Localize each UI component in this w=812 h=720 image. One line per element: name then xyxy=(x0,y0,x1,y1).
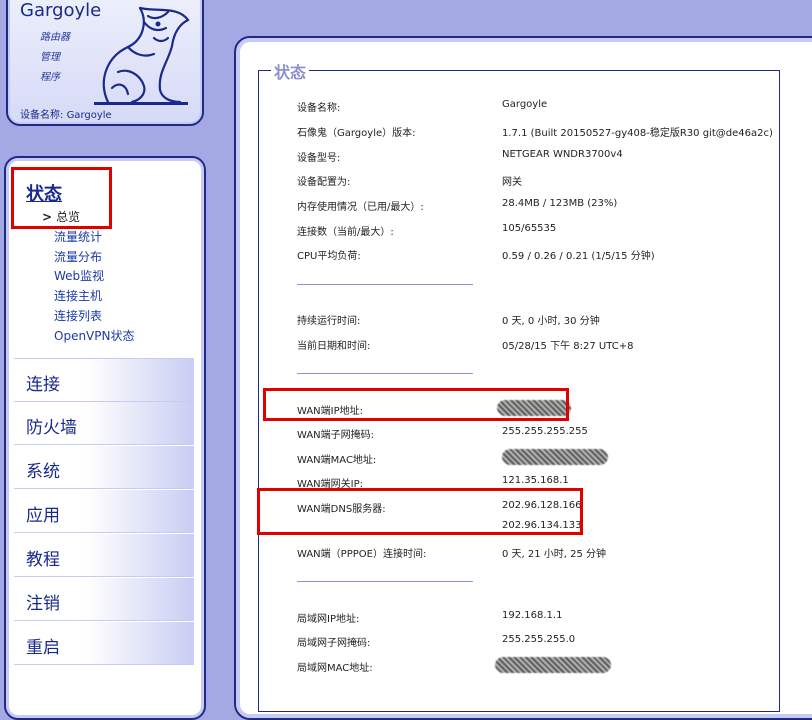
value-version: 1.7.1 (Built 20150527-gy408-稳定版R30 git@d… xyxy=(502,128,773,139)
highlight-box-wan-ip xyxy=(263,388,569,421)
nav-section-tutorial[interactable]: 教程 xyxy=(14,534,194,577)
nav-section-reboot[interactable]: 重启 xyxy=(14,622,194,665)
logo-sub-2: 管理 xyxy=(40,52,60,63)
nav-section-connection[interactable]: 连接 xyxy=(14,358,194,402)
nav-section-apps[interactable]: 应用 xyxy=(14,490,194,533)
nav-section-firewall[interactable]: 防火墙 xyxy=(14,402,194,445)
nav-section-logout[interactable]: 注销 xyxy=(14,578,194,621)
separator xyxy=(297,284,473,285)
highlight-box-nav xyxy=(11,167,112,229)
value-device-name: Gargoyle xyxy=(502,99,548,110)
nav-item-connected-hosts[interactable]: 连接主机 xyxy=(54,287,102,304)
highlight-box-wan-dns xyxy=(257,488,583,535)
nav-item-traffic-stats[interactable]: 流量统计 xyxy=(54,228,102,245)
nav-section-label: 注销 xyxy=(26,594,60,614)
value-wan-gateway: 121.35.168.1 xyxy=(502,475,569,486)
label-uptime: 持续运行时间: xyxy=(297,316,361,327)
label-config: 设备配置为: xyxy=(297,177,351,188)
nav-section-system[interactable]: 系统 xyxy=(14,446,194,489)
value-model: NETGEAR WNDR3700v4 xyxy=(502,149,623,160)
nav-item-connection-list[interactable]: 连接列表 xyxy=(54,307,102,324)
label-lan-ip: 局域网IP地址: xyxy=(297,614,360,625)
nav-section-label: 系统 xyxy=(26,462,60,482)
nav-section-label: 重启 xyxy=(26,638,60,658)
nav-section-label: 防火墙 xyxy=(26,418,77,438)
value-memory: 28.4MB / 123MB (23%) xyxy=(502,198,618,209)
nav-section-label: 应用 xyxy=(26,506,60,526)
value-datetime: 05/28/15 下午 8:27 UTC+8 xyxy=(502,341,634,352)
separator xyxy=(297,581,473,582)
device-name-value: Gargoyle xyxy=(66,110,112,121)
value-lan-ip: 192.168.1.1 xyxy=(502,610,563,621)
device-name-label: 设备名称: xyxy=(20,110,64,121)
label-lan-netmask: 局域网子网掩码: xyxy=(297,638,371,649)
nav-item-traffic-dist[interactable]: 流量分布 xyxy=(54,248,102,265)
label-device-name: 设备名称: xyxy=(297,103,341,114)
value-uptime: 0 天, 0 小时, 30 分钟 xyxy=(502,316,600,327)
label-wan-netmask: WAN端子网掩码: xyxy=(297,430,375,441)
redacted-lan-mac xyxy=(495,657,611,673)
label-wan-mac: WAN端MAC地址: xyxy=(297,455,377,466)
label-datetime: 当前日期和时间: xyxy=(297,341,371,352)
value-wan-netmask: 255.255.255.255 xyxy=(502,426,588,437)
nav-item-openvpn-status[interactable]: OpenVPN状态 xyxy=(54,327,134,344)
device-name-line: 设备名称: Gargoyle xyxy=(20,106,112,121)
status-legend: 状态 xyxy=(271,59,310,83)
value-config: 网关 xyxy=(502,177,522,188)
gargoyle-logo-icon xyxy=(94,6,190,105)
nav-item-web-monitor[interactable]: Web监视 xyxy=(54,267,104,284)
header-panel: Gargoyle 路由器 管理 程序 设备名称: Gargoyle xyxy=(6,0,204,126)
sidebar: 状态 > 总览 流量统计 流量分布 Web监视 连接主机 连接列表 OpenVPN… xyxy=(4,156,206,720)
label-cpu-load: CPU平均负荷: xyxy=(297,251,361,262)
label-model: 设备型号: xyxy=(297,153,341,164)
main-panel: 状态 设备名称: Gargoyle 石像鬼（Gargoyle）版本: 1.7.1… xyxy=(234,36,812,720)
value-connections: 105/65535 xyxy=(502,223,557,234)
label-wan-uptime: WAN端（PPPOE）连接时间: xyxy=(297,549,427,560)
value-lan-netmask: 255.255.255.0 xyxy=(502,634,576,645)
logo-sub-3: 程序 xyxy=(40,72,60,83)
nav-section-label: 连接 xyxy=(26,375,60,395)
nav-section-label: 教程 xyxy=(26,550,60,570)
label-lan-mac: 局域网MAC地址: xyxy=(297,663,373,674)
redacted-wan-mac xyxy=(502,449,608,465)
label-version: 石像鬼（Gargoyle）版本: xyxy=(297,128,416,139)
value-wan-uptime: 0 天, 21 小时, 25 分钟 xyxy=(502,549,607,560)
separator xyxy=(297,373,473,374)
label-memory: 内存使用情况（已用/最大）: xyxy=(297,202,424,213)
label-connections: 连接数（当前/最大）: xyxy=(297,227,394,238)
value-cpu-load: 0.59 / 0.26 / 0.21 (1/5/15 分钟) xyxy=(502,251,655,262)
logo-sub-1: 路由器 xyxy=(40,32,70,43)
